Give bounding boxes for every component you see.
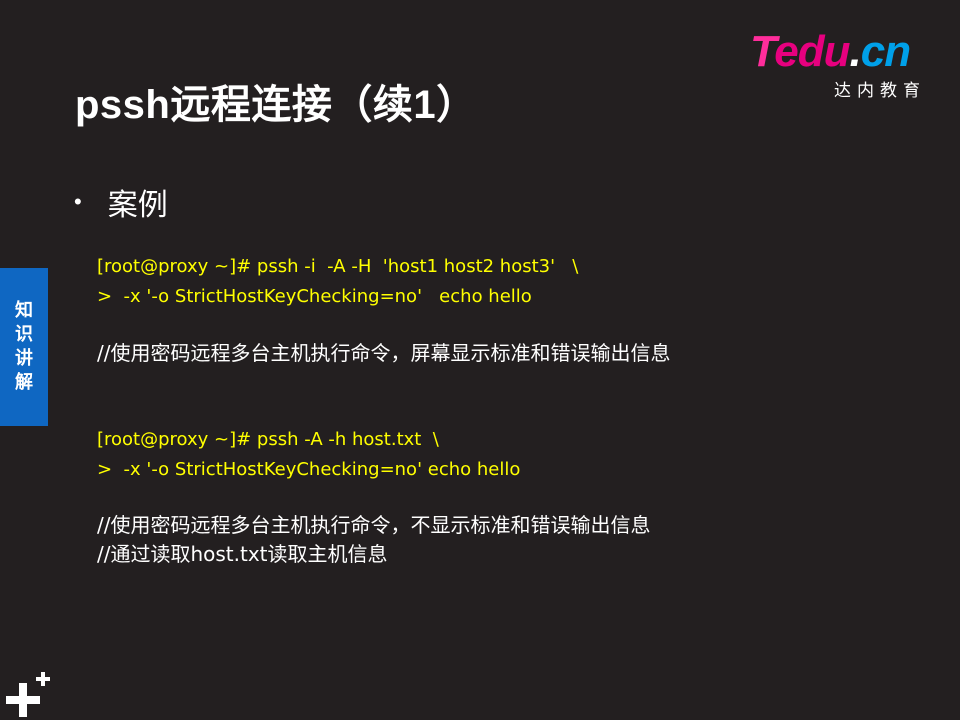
logo-letter-t: T [750, 27, 775, 76]
slide: pssh远程连接（续1） Tedu.cn 达内教育 知 识 讲 解 • 案例 [… [0, 0, 960, 720]
example-2-note-line-1: //使用密码远程多台主机执行命令，不显示标准和错误输出信息 [97, 513, 651, 537]
example-2-command-line-2: > -x '-o StrictHostKeyChecking=no' echo … [97, 459, 521, 480]
example-1: [root@proxy ~]# pssh -i -A -H 'host1 hos… [97, 252, 578, 312]
side-tab-char: 解 [15, 372, 33, 393]
example-1-command-line-1: [root@proxy ~]# pssh -i -A -H 'host1 hos… [97, 256, 579, 277]
bullet-item: • 案例 [74, 180, 168, 224]
logo-subtitle: 达内教育 [834, 81, 926, 101]
side-tab-char: 讲 [15, 348, 33, 369]
example-2-note-line-2: //通过读取host.txt读取主机信息 [97, 542, 388, 566]
bullet-dot: • [74, 189, 82, 214]
logo-dot: . [849, 27, 861, 76]
example-1-note: //使用密码远程多台主机执行命令，屏幕显示标准和错误输出信息 [97, 341, 671, 365]
side-tab-knowledge: 知 识 讲 解 [0, 268, 48, 426]
logo-letters-edu: edu [774, 27, 850, 76]
logo-letters-cn: cn [860, 27, 911, 76]
bullet-label: 案例 [107, 189, 168, 222]
example-2: [root@proxy ~]# pssh -A -h host.txt \ > … [97, 425, 520, 485]
example-2-note-block: //使用密码远程多台主机执行命令，不显示标准和错误输出信息 //通过读取host… [97, 511, 650, 569]
logo-wordmark: Tedu.cn [750, 27, 911, 76]
example-2-command-line-1: [root@proxy ~]# pssh -A -h host.txt \ [97, 429, 439, 450]
slide-title: pssh远程连接（续1） [75, 83, 477, 127]
plus-marks-icon [6, 672, 50, 717]
side-tab-char: 识 [15, 324, 33, 345]
example-1-command-line-2: > -x '-o StrictHostKeyChecking=no' echo … [97, 286, 532, 307]
example-1-note-block: //使用密码远程多台主机执行命令，屏幕显示标准和错误输出信息 [97, 339, 670, 368]
tedu-logo: Tedu.cn 达内教育 [750, 27, 930, 102]
side-tab-char: 知 [15, 300, 33, 321]
